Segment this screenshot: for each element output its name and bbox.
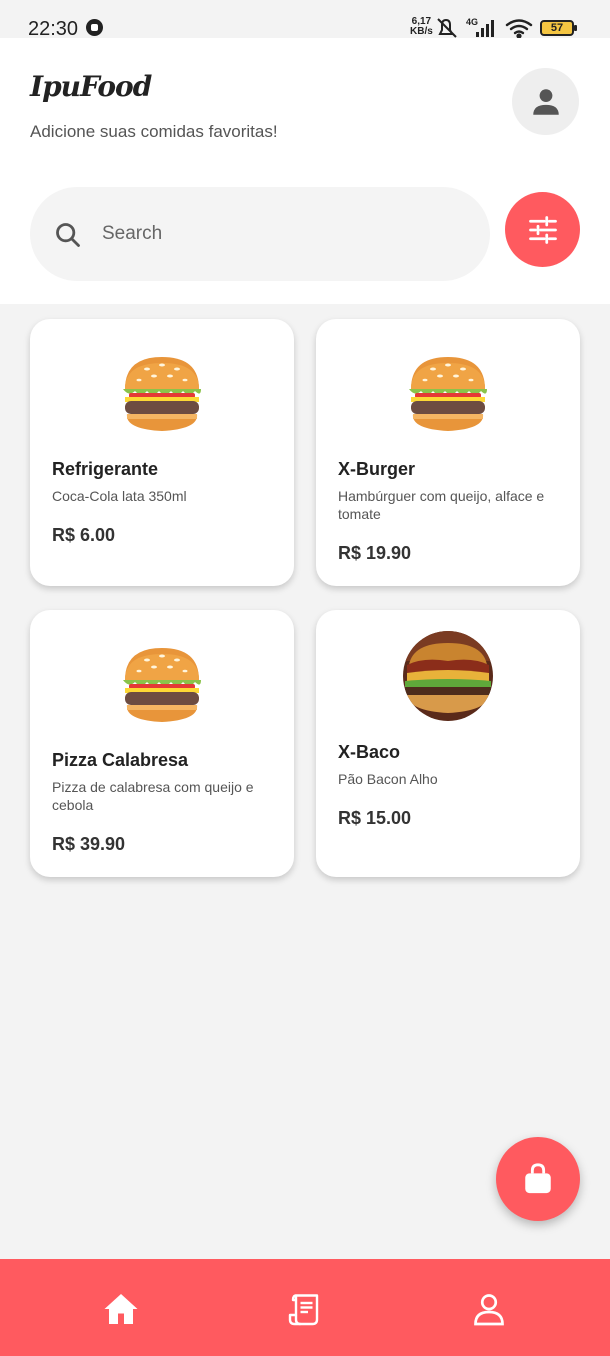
battery-icon: 57 [540, 20, 577, 36]
product-name: X-Baco [338, 742, 401, 762]
product-name: X-Burger [338, 459, 416, 479]
burger-icon [403, 349, 493, 439]
mute-icon [437, 18, 457, 38]
product-name: Refrigerante [52, 459, 159, 479]
cart-button[interactable] [496, 1137, 580, 1221]
nav-orders[interactable] [285, 1289, 325, 1329]
product-price: R$ 15.00 [338, 808, 412, 828]
nav-profile[interactable] [469, 1289, 509, 1329]
network-type-label: 4G [466, 17, 478, 27]
sliders-icon [528, 215, 557, 244]
network-speed-unit: KB/s [410, 26, 433, 37]
shopping-bag-icon [525, 1163, 551, 1194]
nav-home[interactable] [101, 1289, 141, 1329]
wifi-icon [505, 19, 533, 39]
header: IpuFood Adicione suas comidas favoritas! [0, 38, 610, 304]
product-price: R$ 39.90 [52, 834, 126, 854]
search-input[interactable] [102, 217, 462, 251]
search-icon [56, 223, 80, 247]
receipt-icon [288, 1294, 319, 1326]
home-icon [104, 1294, 138, 1324]
soccer-ball-icon [86, 19, 103, 36]
app-logo: IpuFood [30, 70, 152, 103]
network-speed: 6,17 KB/s [410, 17, 433, 37]
product-description: Hambúrguer com queijo, alface e tomate [338, 488, 545, 522]
product-description: Coca-Cola lata 350ml [52, 488, 187, 504]
product-name: Pizza Calabresa [52, 750, 189, 770]
profile-avatar-button[interactable] [512, 68, 579, 135]
product-price: R$ 19.90 [338, 543, 412, 563]
status-bar: 22:30 6,17 KB/s 4G 57 [0, 0, 610, 40]
burger-icon [117, 349, 207, 439]
burger-icon [117, 640, 207, 730]
filter-button[interactable] [505, 192, 580, 267]
product-price: R$ 6.00 [52, 525, 116, 545]
header-subtitle: Adicione suas comidas favoritas! [30, 122, 278, 141]
product-card[interactable]: Refrigerante Coca-Cola lata 350ml R$ 6.0… [30, 319, 294, 586]
user-icon [474, 1294, 504, 1326]
product-card[interactable]: Pizza Calabresa Pizza de calabresa com q… [30, 610, 294, 877]
product-card[interactable]: X-Baco Pão Bacon Alho R$ 15.00 [316, 610, 580, 877]
signal-icon [476, 20, 494, 37]
search-bar[interactable] [30, 187, 490, 281]
product-description: Pão Bacon Alho [338, 771, 438, 787]
user-icon [532, 88, 559, 115]
product-card[interactable]: X-Burger Hambúrguer com queijo, alface e… [316, 319, 580, 586]
burger-photo-icon [403, 631, 493, 721]
bottom-nav [0, 1259, 610, 1356]
product-description: Pizza de calabresa com queijo e cebola [52, 779, 254, 813]
